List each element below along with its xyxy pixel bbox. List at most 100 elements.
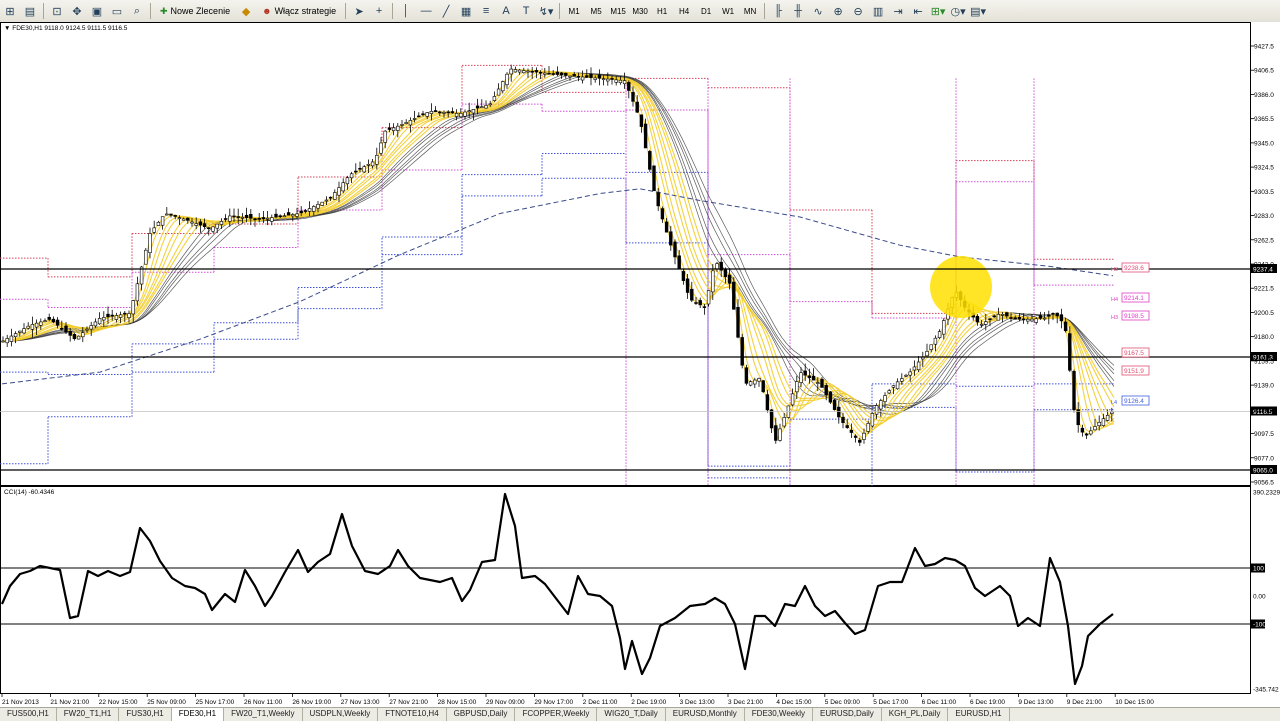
text-tool-icon[interactable]: A: [497, 2, 515, 20]
chart-tab-fw20-t1-weekly[interactable]: FW20_T1,Weekly: [224, 708, 303, 721]
chart-tab-ftnote10-h4[interactable]: FTNOTE10,H4: [378, 708, 447, 721]
timeframe-h1[interactable]: H1: [652, 2, 672, 20]
timeframe-h4[interactable]: H4: [674, 2, 694, 20]
candle-body: [354, 170, 358, 173]
candle-body: [517, 69, 522, 73]
toolbar-separator: [43, 3, 44, 19]
price-tick-label: 9283.0: [1254, 213, 1274, 220]
arrows-tool-icon[interactable]: ↯▾: [537, 2, 555, 20]
candle-body: [110, 314, 114, 317]
price-tick-label: 9365.5: [1254, 116, 1274, 123]
periods-icon[interactable]: ◷▾: [949, 2, 967, 20]
cursor-icon[interactable]: ➤: [350, 2, 368, 20]
new-chart-icon[interactable]: ⊞: [1, 2, 19, 20]
new-order-button[interactable]: ✚ Nowe Zlecenie: [155, 2, 235, 20]
candle-body: [845, 425, 849, 428]
cci-axis-label: 100: [1253, 566, 1264, 573]
candle-body: [601, 78, 606, 80]
enable-strategies-button[interactable]: ☻ Włącz strategie: [257, 2, 341, 20]
candle-body: [799, 372, 803, 383]
cci-axis-label: 0.00: [1253, 594, 1266, 601]
tile-windows-icon[interactable]: ▥: [869, 2, 887, 20]
crosshair-icon[interactable]: +: [370, 2, 388, 20]
chart-tab-fcopper-weekly[interactable]: FCOPPER,Weekly: [515, 708, 598, 721]
timeframe-mn[interactable]: MN: [740, 2, 760, 20]
candle-body: [186, 217, 190, 221]
candle-body: [370, 161, 375, 167]
timeframe-m1[interactable]: M1: [564, 2, 584, 20]
candle-body: [232, 215, 236, 218]
candle-body: [278, 215, 282, 218]
chart-tab-usdpln-weekly[interactable]: USDPLN,Weekly: [303, 708, 379, 721]
navigator-icon[interactable]: ✥: [68, 2, 86, 20]
candle-body: [307, 208, 312, 212]
chart-tab-gbpusd-daily[interactable]: GBPUSD,Daily: [447, 708, 516, 721]
new-order-icon: ✚: [160, 5, 168, 16]
cci-chart[interactable]: 390.2329 100 0.00 -100 -345.742 CCI(14) -60.4…: [0, 486, 1280, 694]
pivot-label-prefix: L4: [1111, 400, 1117, 406]
profiles-icon[interactable]: ▤: [21, 2, 39, 20]
candle-body: [404, 122, 408, 124]
candle-body: [748, 381, 753, 386]
tester-icon[interactable]: ⌕: [128, 2, 146, 20]
candle-body: [639, 114, 644, 127]
candle-body: [291, 214, 295, 217]
templates-icon[interactable]: ▤▾: [969, 2, 987, 20]
chart-tab-kgh-pl-daily[interactable]: KGH_PL,Daily: [882, 708, 949, 721]
candle-body: [782, 417, 786, 427]
autoscroll-icon[interactable]: ⇥: [889, 2, 907, 20]
indicators-icon[interactable]: ⊞▾: [929, 2, 947, 20]
label-tool-icon[interactable]: T: [517, 2, 535, 20]
timeframe-d1[interactable]: D1: [696, 2, 716, 20]
chart-shift-icon[interactable]: ⇤: [909, 2, 927, 20]
metaeditor-icon[interactable]: ◆: [237, 2, 255, 20]
data-window-icon[interactable]: ▣: [88, 2, 106, 20]
candle-body: [900, 378, 904, 382]
toolbar-separator: [150, 3, 151, 19]
candle-body: [375, 154, 379, 165]
candle-body: [9, 335, 14, 342]
timeframe-m30[interactable]: M30: [630, 2, 650, 20]
candle-body: [526, 70, 530, 73]
cci-background: [0, 486, 1280, 694]
chart-tab-fus30-h1[interactable]: FUS30,H1: [119, 708, 172, 721]
chart-tab-fde30-h1[interactable]: FDE30,H1: [171, 708, 225, 721]
vertical-line-icon[interactable]: │: [397, 2, 415, 20]
price-chart[interactable]: 9237.49161.39065.09116.5H3 9238.6H4 9214.1…: [0, 22, 1280, 486]
candle-body: [1013, 317, 1017, 320]
terminal-icon[interactable]: ▭: [108, 2, 126, 20]
chart-tab-eurusd-daily[interactable]: EURUSD,Daily: [813, 708, 882, 721]
line-chart-icon[interactable]: ∿: [809, 2, 827, 20]
timeframe-w1[interactable]: W1: [718, 2, 738, 20]
candle-body: [286, 212, 291, 216]
candle-body: [727, 274, 732, 284]
trendline-icon[interactable]: ╱: [437, 2, 455, 20]
price-tick-label: 9406.5: [1254, 68, 1274, 75]
toolbar-separator: [345, 3, 347, 19]
channel-icon[interactable]: ▦: [457, 2, 475, 20]
market-watch-icon[interactable]: ⊡: [48, 2, 66, 20]
chart-tab-eurusd-h1[interactable]: EURUSD,H1: [948, 708, 1010, 721]
zoom-in-icon[interactable]: ⊕: [829, 2, 847, 20]
chart-tab-fde30-weekly[interactable]: FDE30,Weekly: [745, 708, 813, 721]
chart-tab-eurusd-monthly[interactable]: EURUSD,Monthly: [666, 708, 745, 721]
candle-body: [706, 290, 711, 305]
chart-tab-fw20-t1-h1[interactable]: FW20_T1,H1: [57, 708, 120, 721]
chart-tab-wig20-t-daily[interactable]: WIG20_T,Daily: [597, 708, 666, 721]
candle-body: [551, 73, 555, 75]
candle-body: [866, 423, 870, 432]
fibonacci-icon[interactable]: ≡: [477, 2, 495, 20]
timeframe-m5[interactable]: M5: [586, 2, 606, 20]
chart-tab-fus500-h1[interactable]: FUS500,H1: [0, 708, 57, 721]
candle-body: [942, 320, 946, 335]
timeframe-m15[interactable]: M15: [608, 2, 628, 20]
candle-body: [1059, 314, 1064, 322]
time-tick-label: 6 Dec 11:00: [922, 699, 957, 706]
candle-body: [753, 379, 757, 385]
horizontal-line-icon[interactable]: —: [417, 2, 435, 20]
candlestick-icon[interactable]: ╫: [789, 2, 807, 20]
bar-chart-icon[interactable]: ╟: [769, 2, 787, 20]
candle-body: [295, 213, 299, 217]
candle-body: [18, 330, 22, 333]
zoom-out-icon[interactable]: ⊖: [849, 2, 867, 20]
